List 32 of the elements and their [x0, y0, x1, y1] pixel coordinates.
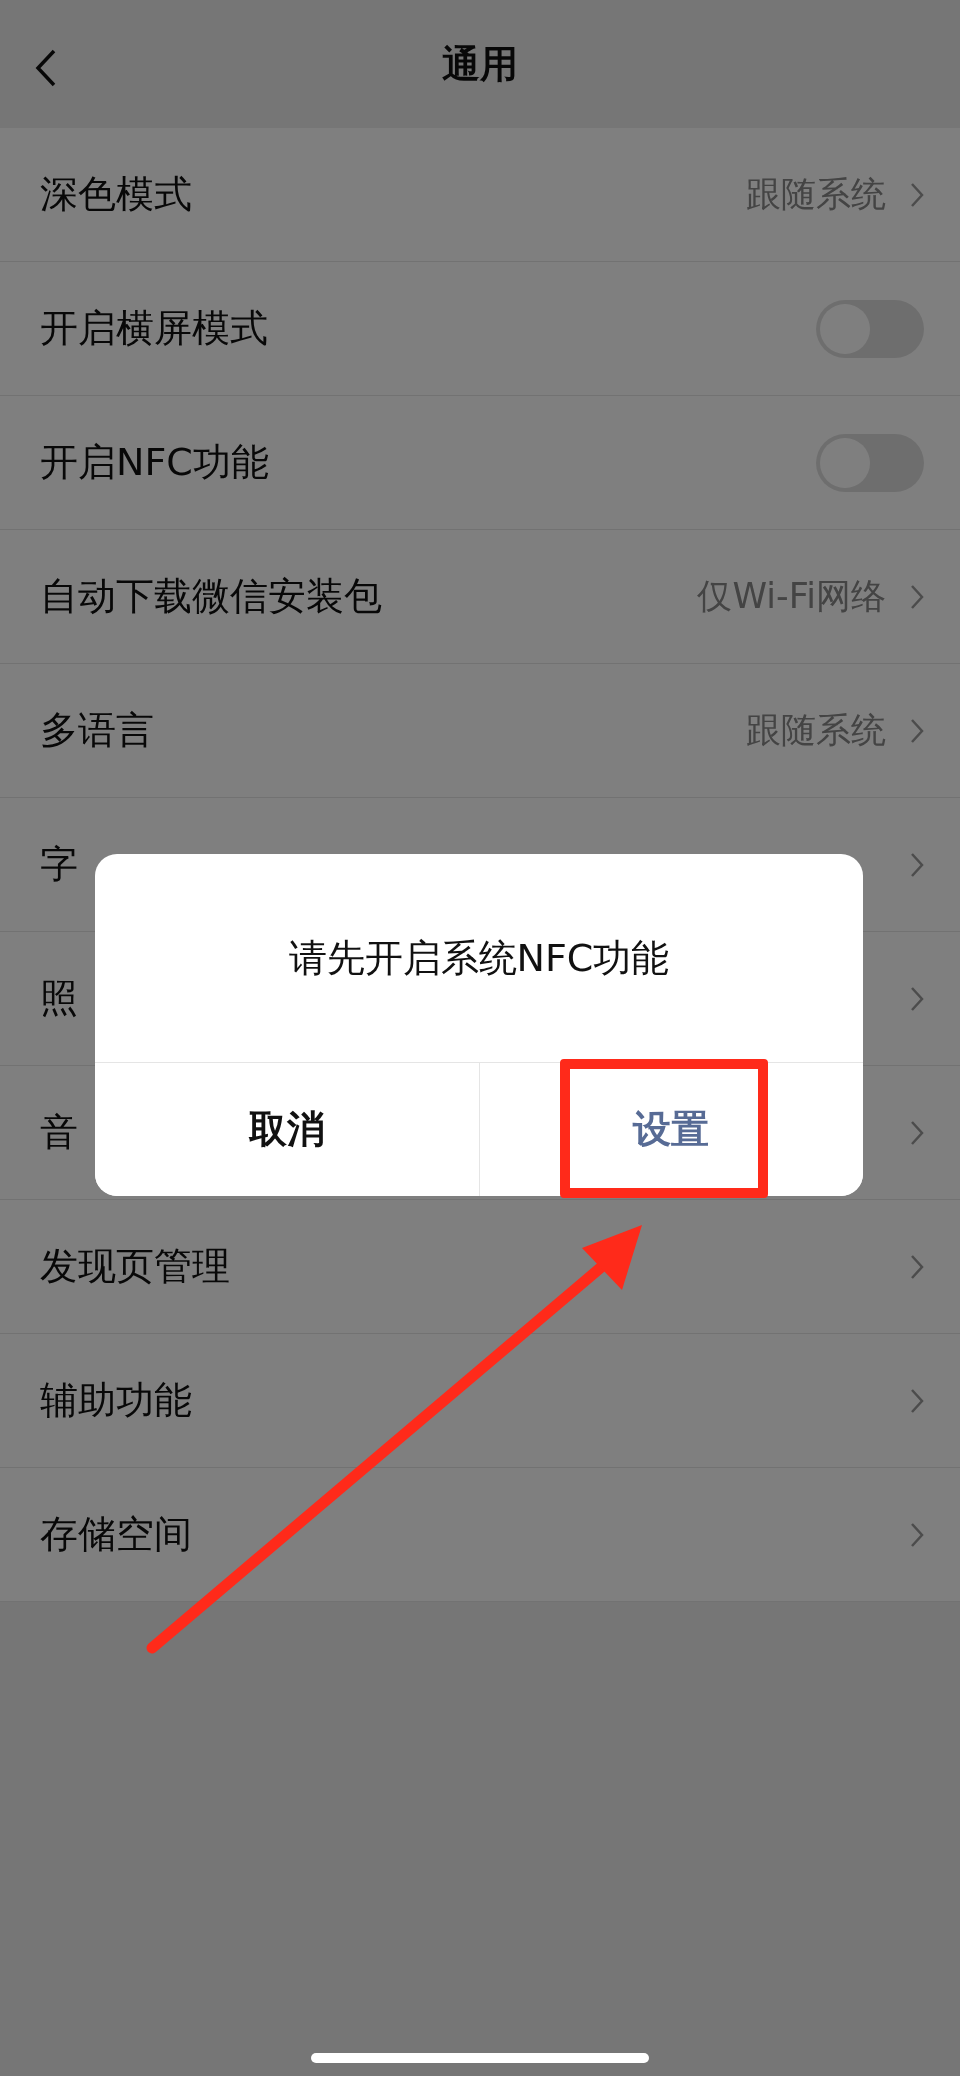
- setting-label: 辅助功能: [40, 1377, 192, 1424]
- page-title: 通用: [442, 40, 518, 88]
- chevron-icon: [910, 851, 924, 878]
- settings-row[interactable]: 存储空间: [0, 1468, 960, 1602]
- setting-label: 开启NFC功能: [40, 439, 269, 486]
- chevron-icon: [910, 583, 924, 610]
- setting-value: 跟随系统: [746, 709, 886, 752]
- setting-label: 深色模式: [40, 171, 192, 218]
- setting-label: 照: [40, 975, 78, 1022]
- chevron-icon: [910, 985, 924, 1012]
- setting-value: 跟随系统: [746, 173, 886, 216]
- chevron-icon: [910, 181, 924, 208]
- settings-row[interactable]: 自动下载微信安装包 仅Wi-Fi网络: [0, 530, 960, 664]
- chevron-icon: [910, 1387, 924, 1414]
- setting-label: 字: [40, 841, 78, 888]
- setting-label: 存储空间: [40, 1511, 192, 1558]
- setting-value: 仅Wi-Fi网络: [697, 575, 886, 618]
- settings-row[interactable]: 开启横屏模式: [0, 262, 960, 396]
- settings-row[interactable]: 辅助功能: [0, 1334, 960, 1468]
- setting-label: 开启横屏模式: [40, 305, 268, 352]
- chevron-icon: [910, 1119, 924, 1146]
- settings-row[interactable]: 深色模式 跟随系统: [0, 128, 960, 262]
- settings-row[interactable]: 开启NFC功能: [0, 396, 960, 530]
- chevron-icon: [910, 1253, 924, 1280]
- back-icon[interactable]: [34, 48, 58, 88]
- settings-row[interactable]: 多语言 跟随系统: [0, 664, 960, 798]
- setting-label: 发现页管理: [40, 1243, 230, 1290]
- setting-label: 多语言: [40, 707, 154, 754]
- setting-label: 音: [40, 1109, 78, 1156]
- chevron-icon: [910, 1521, 924, 1548]
- setting-label: 自动下载微信安装包: [40, 573, 382, 620]
- chevron-icon: [910, 717, 924, 744]
